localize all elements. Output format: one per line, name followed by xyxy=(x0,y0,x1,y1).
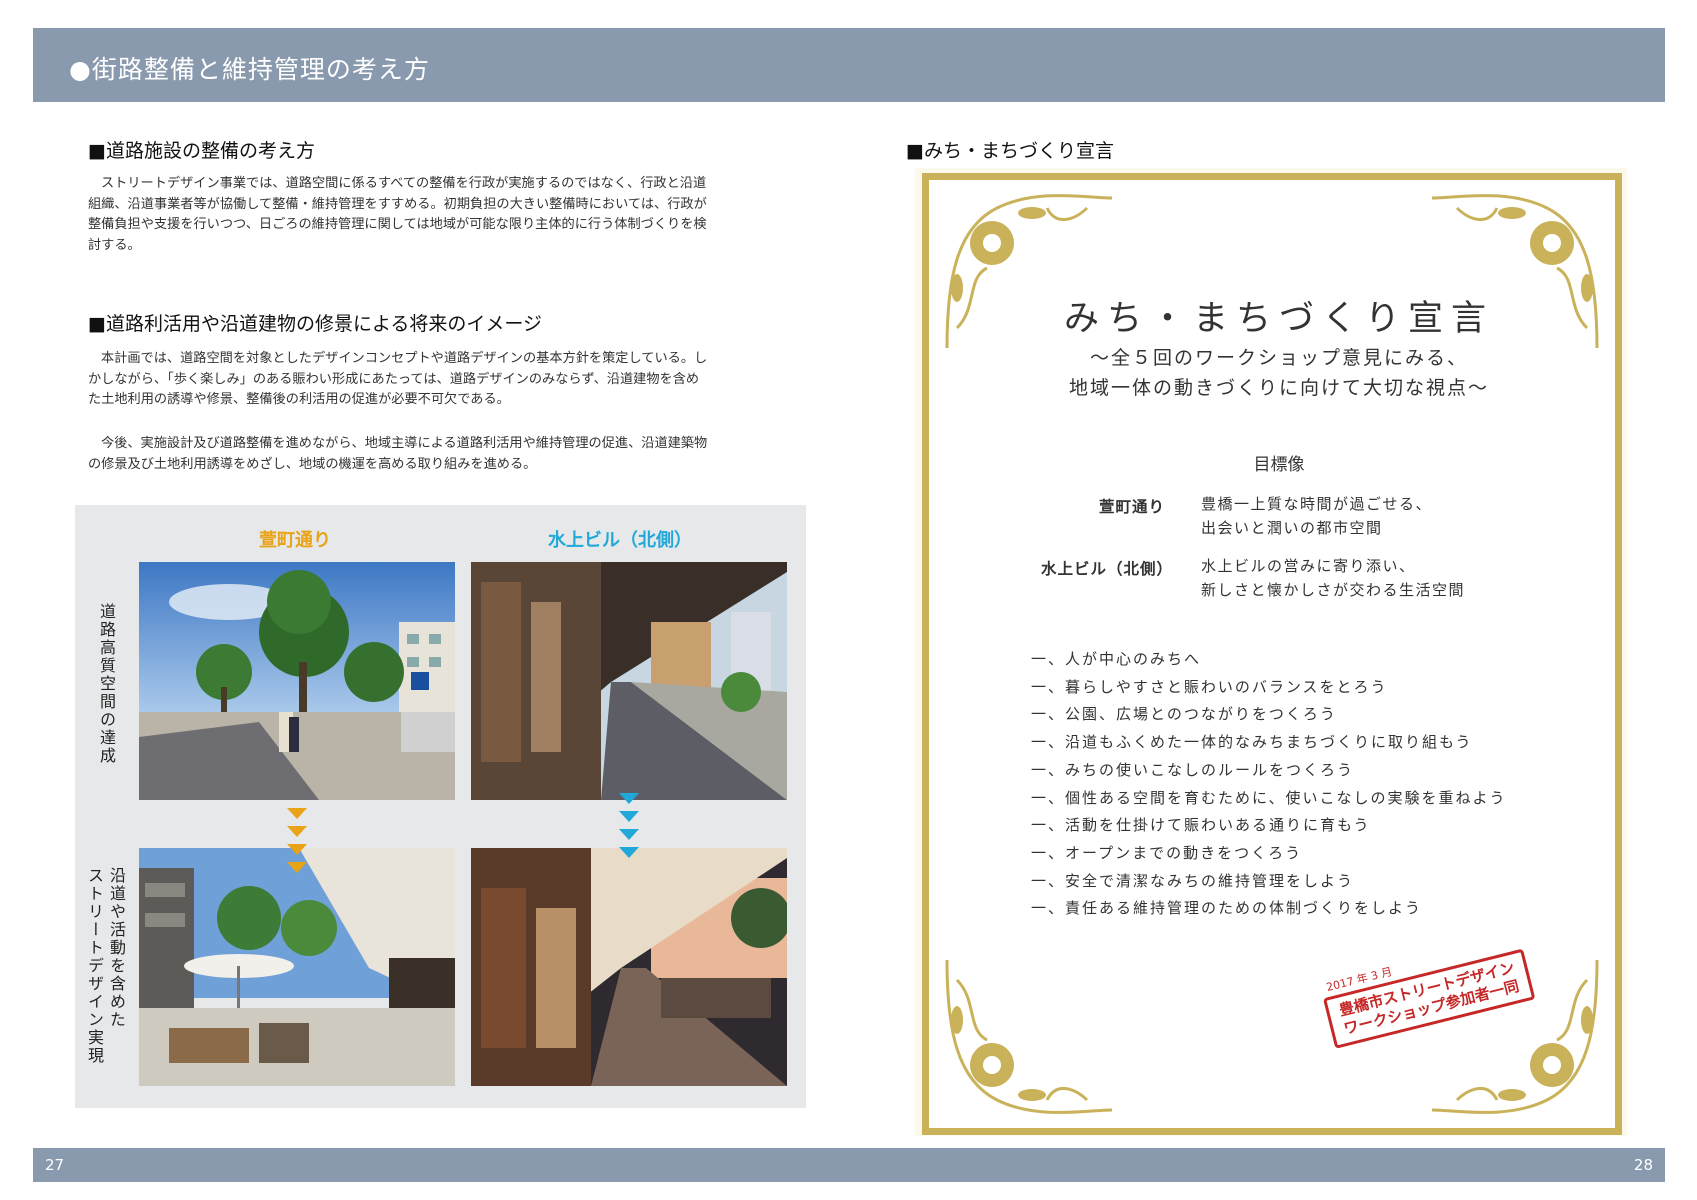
tenet-item: 一、個性ある空間を育むために、使いこなしの実験を重ねよう xyxy=(1031,789,1507,807)
column-label-kayacho: 萱町通り xyxy=(259,530,331,551)
tenet-item: 一、安全で清潔なみちの維持管理をしよう xyxy=(1031,872,1355,890)
arrow-down-icon xyxy=(619,847,639,858)
section-heading-facility: ■道路施設の整備の考え方 xyxy=(88,140,315,162)
declaration-certificate: みち・まちづくり宣言 ～全５回のワークショップ意見にみる、 地域一体の動きづくり… xyxy=(915,168,1627,1136)
declaration-subtitle: 地域一体の動きづくりに向けて大切な視点～ xyxy=(1068,377,1489,399)
row-label-road-quality: 道路高質空間の達成 xyxy=(97,603,116,765)
paragraph-line: 整備負担や支援を行いつつ、日ごろの維持管理に関しては地域が可能な限り主体的に行う… xyxy=(88,217,707,232)
paragraph-line: 今後、実施設計及び道路整備を進めながら、地域主導による道路利活用や維持管理の促進… xyxy=(101,436,708,451)
arrow-down-icon xyxy=(619,829,639,840)
declaration-subtitle: ～全５回のワークショップ意見にみる、 xyxy=(1089,347,1468,369)
goal-label-suijo: 水上ビル（北側） xyxy=(1041,559,1174,578)
goal-text-suijo: 水上ビルの営みに寄り添い、 新しさと懐かしさが交わる生活空間 xyxy=(1201,554,1465,602)
row-label-line: 沿道や活動を含めた xyxy=(107,867,126,1029)
arrow-down-icon xyxy=(287,862,307,873)
page-title: ●街路整備と維持管理の考え方 xyxy=(69,55,430,84)
paragraph-line: かしながら、「歩く楽しみ」のある賑わい形成にあたっては、道路デザインのみならず、… xyxy=(88,371,700,387)
arrow-down-icon xyxy=(287,808,307,819)
page-number-right: 28 xyxy=(1633,1156,1653,1174)
tenet-item: 一、暮らしやすさと賑わいのバランスをとろう xyxy=(1031,678,1388,696)
declaration-frame: みち・まちづくり宣言 ～全５回のワークショップ意見にみる、 地域一体の動きづくり… xyxy=(922,173,1622,1135)
photo-suijo-arcade xyxy=(471,562,787,800)
goal-line: 水上ビルの営みに寄り添い、 xyxy=(1201,557,1416,575)
paragraph-line: の修景及び土地利用誘導をめざし、地域の機運を高める取り組みを進める。 xyxy=(88,456,537,472)
tenet-item: 一、みちの使いこなしのルールをつくろう xyxy=(1031,761,1355,779)
paragraph-line: 組織、沿道事業者等が協働して整備・維持管理をすすめる。初期負担の大きい整備時にお… xyxy=(88,196,707,212)
goal-text-kayacho: 豊橋一上質な時間が過ごせる、 出会いと潤いの都市空間 xyxy=(1201,492,1432,540)
tenet-item: 一、沿道もふくめた一体的なみちまちづくりに取り組もう xyxy=(1031,733,1473,751)
photo-comparison-panel: 萱町通り 水上ビル（北側） 道路高質空間の達成 沿道や活動を含めた ストリートデ… xyxy=(75,505,806,1108)
arrow-down-icon xyxy=(287,844,307,855)
arrow-down-icon xyxy=(619,793,639,804)
arrow-down-icon xyxy=(287,826,307,837)
tenet-item: 一、責任ある維持管理のための体制づくりをしよう xyxy=(1031,899,1423,917)
tenet-item: 一、公園、広場とのつながりをつくろう xyxy=(1031,705,1337,723)
footer-band: 27 28 xyxy=(33,1148,1665,1182)
goal-heading: 目標像 xyxy=(1253,455,1305,475)
section-heading-declaration: ■みち・まちづくり宣言 xyxy=(906,140,1114,162)
paragraph-line: ストリートデザイン事業では、道路空間に係るすべての整備を行政が実施するのではなく… xyxy=(101,176,707,191)
corner-ornament-icon xyxy=(945,959,1113,1114)
paragraph-line: 討する。 xyxy=(88,237,141,253)
column-label-suijo-building: 水上ビル（北側） xyxy=(548,530,692,551)
row-label-line: ストリートデザイン実現 xyxy=(85,867,104,1065)
photo-kayacho-road xyxy=(139,562,455,800)
photo-kayacho-future xyxy=(139,848,455,1086)
paragraph-future: 今後、実施設計及び道路整備を進めながら、地域主導による道路利活用や維持管理の促進… xyxy=(88,434,793,475)
header-band: ●街路整備と維持管理の考え方 xyxy=(33,28,1665,102)
page-number-left: 27 xyxy=(45,1156,65,1174)
goal-line: 新しさと懐かしさが交わる生活空間 xyxy=(1201,581,1466,599)
tenet-item: 一、人が中心のみちへ xyxy=(1031,650,1202,668)
goal-label-kayacho: 萱町通り xyxy=(1099,497,1166,516)
photo-suijo-future xyxy=(471,848,787,1086)
tenet-item: 一、活動を仕掛けて賑わいある通りに育もう xyxy=(1031,816,1371,834)
goal-line: 豊橋一上質な時間が過ごせる、 xyxy=(1201,495,1433,513)
paragraph-line: た土地利用の誘導や修景、整備後の利活用の促進が必要不可欠である。 xyxy=(88,392,510,407)
row-label-street-design: 沿道や活動を含めた ストリートデザイン実現 xyxy=(83,867,127,1065)
paragraph-line: 本計画では、道路空間を対象としたデザインコンセプトや道路デザインの基本方針を策定… xyxy=(101,351,708,366)
goal-line: 出会いと潤いの都市空間 xyxy=(1201,519,1383,537)
paragraph-facility: ストリートデザイン事業では、道路空間に係るすべての整備を行政が実施するのではなく… xyxy=(88,174,793,256)
arrow-down-icon xyxy=(619,811,639,822)
declaration-title: みち・まちづくり宣言 xyxy=(1063,299,1494,339)
paragraph-plan: 本計画では、道路空間を対象としたデザインコンセプトや道路デザインの基本方針を策定… xyxy=(88,349,793,411)
tenet-item: 一、オープンまでの動きをつくろう xyxy=(1031,844,1303,862)
section-heading-future-image: ■道路利活用や沿道建物の修景による将来のイメージ xyxy=(88,313,543,335)
